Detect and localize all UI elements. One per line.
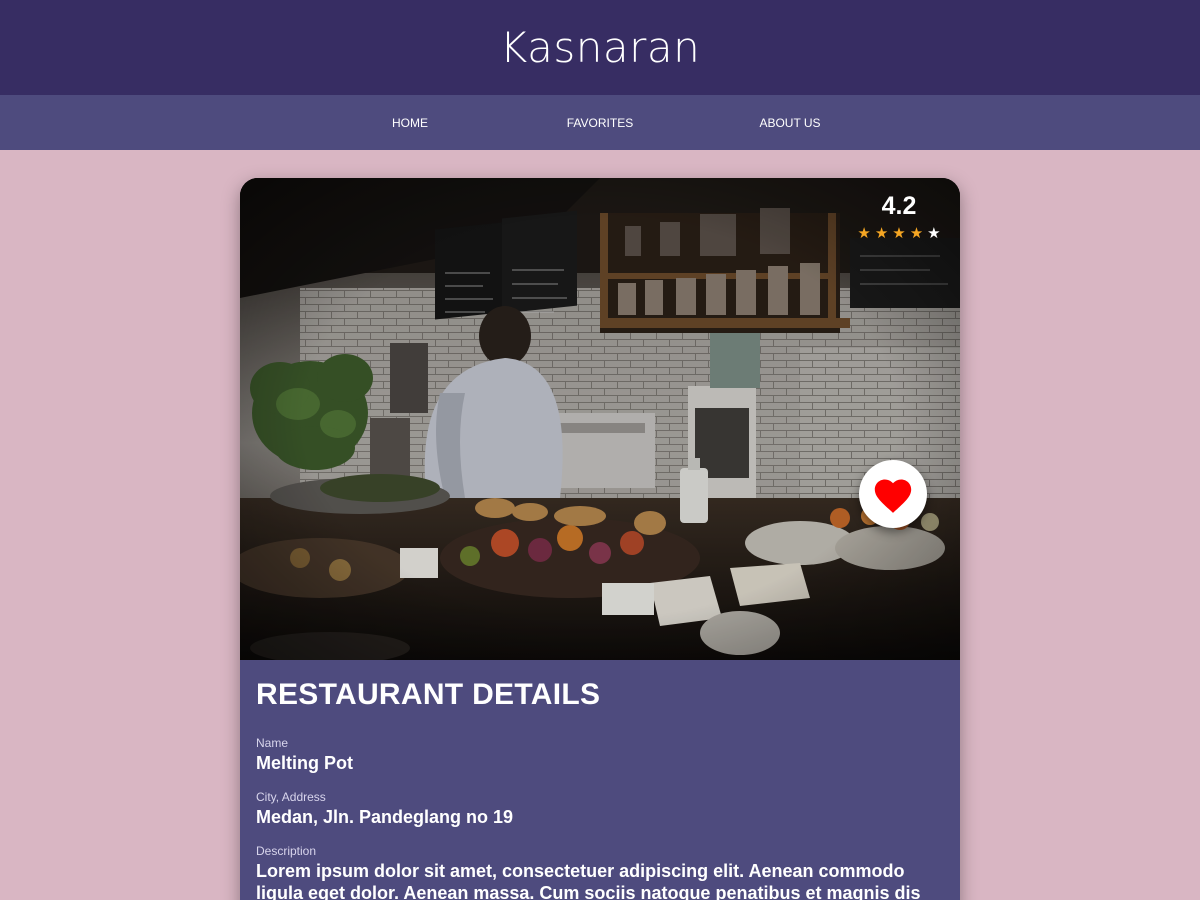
rating-value: 4.2 bbox=[881, 192, 917, 220]
address-label: City, Address bbox=[256, 790, 326, 804]
restaurant-image: 4.2 ★ ★ ★ ★ ★ bbox=[240, 178, 960, 660]
description-label: Description bbox=[256, 844, 317, 858]
star-icon: ★ bbox=[909, 224, 924, 242]
app-title: Kasnaran bbox=[499, 23, 701, 72]
rating-badge: 4.2 ★ ★ ★ ★ ★ bbox=[852, 192, 946, 241]
star-icon: ★ bbox=[874, 224, 889, 242]
rating-stars: ★ ★ ★ ★ ★ bbox=[852, 226, 946, 241]
nav-favorites-link[interactable]: FAVORITES bbox=[510, 102, 690, 144]
favorite-button[interactable] bbox=[859, 460, 927, 528]
name-label: Name bbox=[256, 736, 289, 750]
restaurant-card: 4.2 ★ ★ ★ ★ ★ RESTAURANT DETAILS Name Me… bbox=[240, 178, 960, 900]
restaurant-photo bbox=[240, 178, 960, 660]
star-icon: ★ bbox=[857, 224, 871, 242]
restaurant-description: Lorem ipsum dolor sit amet, consectetuer… bbox=[256, 861, 921, 900]
main-content: 4.2 ★ ★ ★ ★ ★ RESTAURANT DETAILS Name Me… bbox=[0, 150, 1200, 900]
nav-home-link[interactable]: HOME bbox=[320, 102, 500, 144]
nav-bar: HOME FAVORITES ABOUT US bbox=[0, 95, 1200, 150]
heart-icon bbox=[874, 479, 912, 513]
nav-about-link[interactable]: ABOUT US bbox=[700, 102, 880, 144]
restaurant-name: Melting Pot bbox=[256, 753, 353, 773]
address-field: City, Address Medan, Jln. Pandeglang no … bbox=[256, 790, 944, 828]
app-header: Kasnaran bbox=[0, 0, 1200, 95]
star-icon: ★ bbox=[892, 224, 906, 242]
heart-shape bbox=[874, 479, 912, 513]
description-field: Description Lorem ipsum dolor sit amet, … bbox=[256, 844, 944, 900]
star-icon: ★ bbox=[927, 224, 941, 242]
name-field: Name Melting Pot bbox=[256, 736, 944, 774]
section-title: RESTAURANT DETAILS bbox=[256, 678, 601, 711]
restaurant-details: RESTAURANT DETAILS Name Melting Pot City… bbox=[240, 660, 960, 900]
restaurant-address: Medan, Jln. Pandeglang no 19 bbox=[256, 807, 514, 827]
